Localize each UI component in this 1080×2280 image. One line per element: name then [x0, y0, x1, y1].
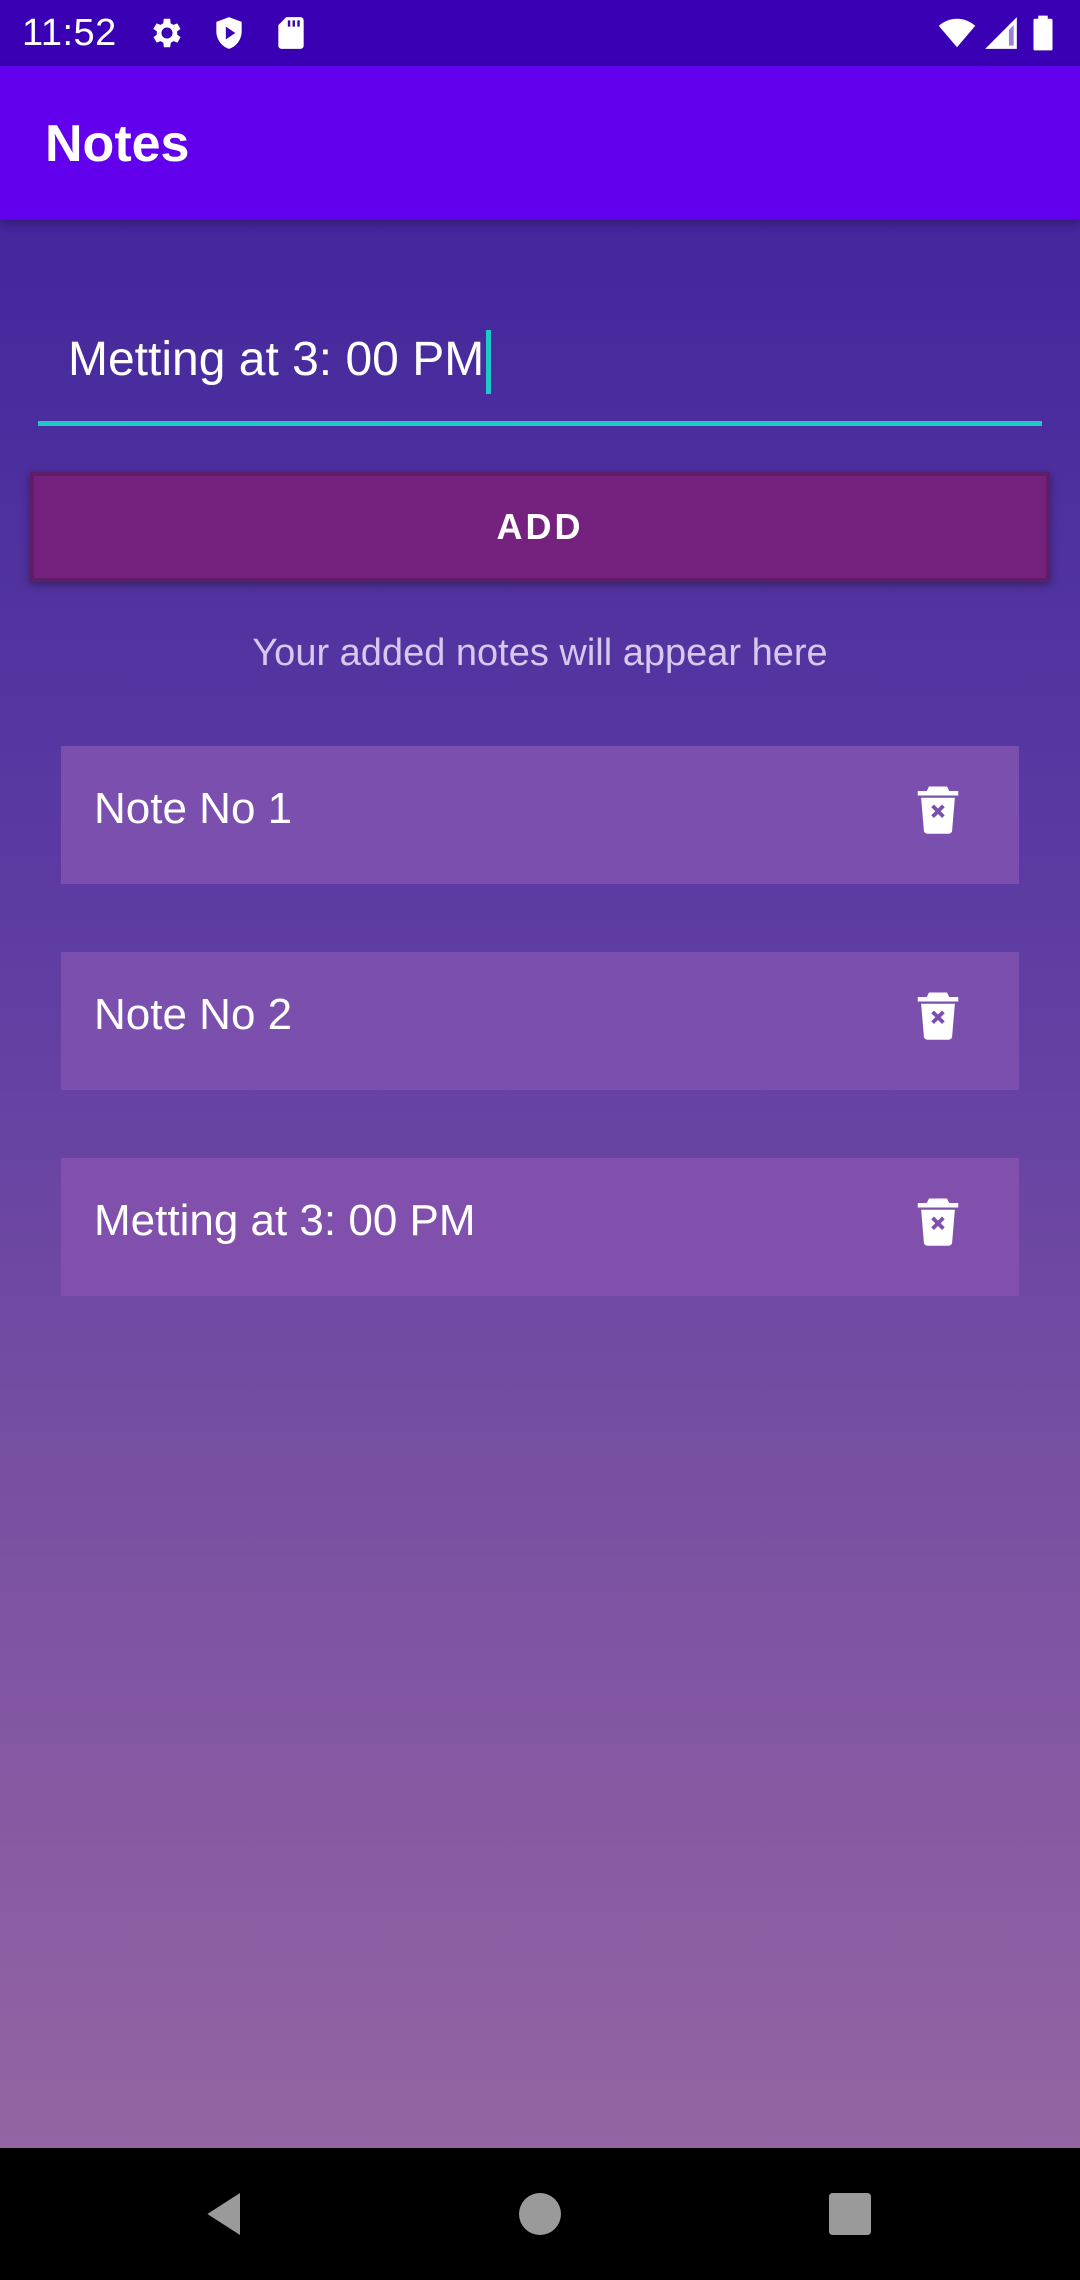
- note-text: Note No 2: [94, 990, 293, 1039]
- navigation-bar: [0, 2148, 1080, 2280]
- main-content: ADD Your added notes will appear here No…: [0, 220, 1080, 2148]
- delete-icon[interactable]: [911, 782, 965, 836]
- delete-icon[interactable]: [911, 988, 965, 1042]
- status-bar: 11:52: [0, 0, 1080, 66]
- shield-icon: [210, 14, 248, 52]
- status-time: 11:52: [22, 12, 117, 54]
- text-cursor: [486, 330, 492, 394]
- note-input[interactable]: [68, 310, 1028, 410]
- signal-icon: [982, 14, 1020, 52]
- add-button[interactable]: ADD: [30, 472, 1050, 582]
- battery-icon: [1030, 14, 1056, 52]
- home-icon[interactable]: [512, 2186, 568, 2242]
- wifi-icon: [938, 14, 976, 52]
- delete-icon[interactable]: [911, 1194, 965, 1248]
- note-item: Note No 2: [61, 952, 1019, 1090]
- app-bar: Notes: [0, 66, 1080, 220]
- note-text: Note No 1: [94, 784, 293, 833]
- note-item: Metting at 3: 00 PM: [61, 1158, 1019, 1296]
- sd-card-icon: [272, 14, 310, 52]
- back-icon[interactable]: [198, 2186, 254, 2242]
- app-title: Notes: [45, 115, 190, 173]
- recents-icon[interactable]: [822, 2186, 878, 2242]
- gear-icon: [148, 14, 186, 52]
- note-text: Metting at 3: 00 PM: [94, 1196, 476, 1245]
- note-item: Note No 1: [61, 746, 1019, 884]
- note-input-field[interactable]: [38, 310, 1042, 426]
- hint-text: Your added notes will appear here: [252, 632, 828, 674]
